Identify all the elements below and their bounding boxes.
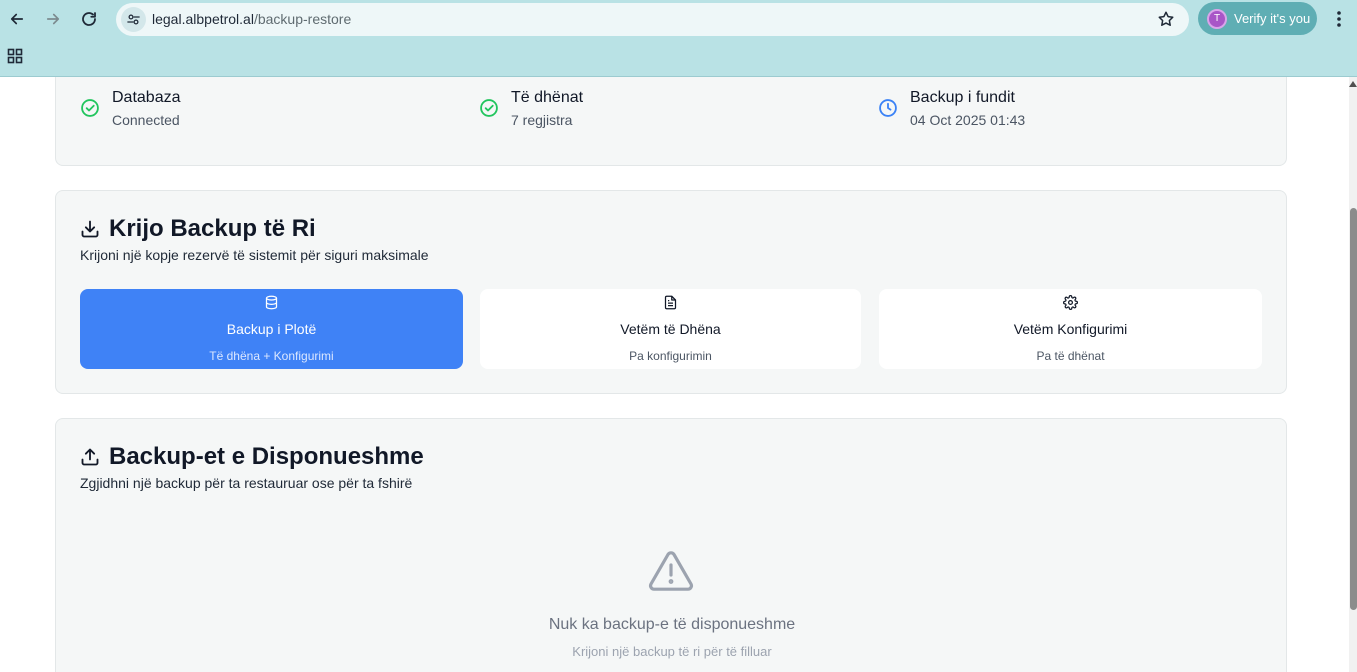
- bookmark-star-icon[interactable]: [1157, 10, 1175, 28]
- profile-label: Verify it's you: [1234, 11, 1311, 26]
- stat-database: Databaza Connected: [80, 88, 181, 129]
- database-icon: [265, 295, 278, 310]
- available-backups-card: Backup-et e Disponueshme Zgjidhni një ba…: [55, 418, 1287, 672]
- more-menu-icon[interactable]: [1330, 9, 1348, 29]
- config-only-option[interactable]: Vetëm Konfigurimi Pa të dhënat: [879, 289, 1262, 369]
- page-content: Databaza Connected Të dhënat 7 regjistra…: [0, 77, 1349, 672]
- empty-state-title: Nuk ka backup-e të disponueshme: [548, 616, 796, 633]
- stat-records: Të dhënat 7 regjistra: [479, 88, 583, 129]
- apps-grid-icon[interactable]: [7, 48, 23, 64]
- page-scrollbar[interactable]: [1349, 77, 1357, 672]
- avatar: T: [1207, 8, 1227, 29]
- data-only-option[interactable]: Vetëm të Dhëna Pa konfigurimin: [480, 289, 861, 369]
- scrollbar-thumb[interactable]: [1350, 208, 1357, 610]
- option-label: Vetëm Konfigurimi: [1013, 321, 1128, 337]
- arrow-left-icon: [10, 13, 24, 25]
- create-title: Krijo Backup të Ri: [109, 215, 316, 242]
- download-icon: [81, 220, 99, 238]
- option-sub: Pa të dhënat: [1036, 349, 1105, 363]
- stat-last-backup: Backup i fundit 04 Oct 2025 01:43: [878, 88, 1025, 129]
- status-card: Databaza Connected Të dhënat 7 regjistra…: [55, 77, 1287, 166]
- reload-button[interactable]: [76, 6, 102, 32]
- profile-verify-button[interactable]: T Verify it's you: [1198, 2, 1317, 35]
- option-label: Backup i Plotë: [226, 321, 317, 337]
- scroll-up-arrow-icon[interactable]: [1349, 81, 1357, 87]
- reload-icon: [82, 12, 96, 26]
- stat-value: 04 Oct 2025 01:43: [910, 112, 1026, 128]
- section-title: Krijo Backup të Ri: [80, 215, 316, 243]
- available-subtitle: Zgjidhni një backup për ta restauruar os…: [80, 475, 413, 491]
- option-sub: Të dhëna + Konfigurimi: [209, 349, 334, 363]
- url-text[interactable]: legal.albpetrol.al/backup-restore: [152, 11, 351, 27]
- clock-icon: [879, 99, 897, 117]
- check-circle-icon: [480, 99, 498, 117]
- upload-icon: [81, 448, 99, 466]
- url-path: /backup-restore: [253, 11, 352, 27]
- back-button[interactable]: [4, 6, 30, 32]
- stat-label: Të dhënat: [511, 89, 584, 106]
- empty-state-subtitle: Krijoni një backup të ri për të filluar: [572, 644, 772, 659]
- warning-triangle-icon: [648, 551, 694, 591]
- create-subtitle: Krijoni një kopje rezervë të sistemit pë…: [80, 247, 429, 263]
- url-host: legal.albpetrol.al: [152, 11, 254, 27]
- option-sub: Pa konfigurimin: [629, 349, 712, 363]
- stat-label: Databaza: [112, 89, 181, 106]
- address-bar[interactable]: legal.albpetrol.al/backup-restore: [116, 3, 1189, 36]
- file-text-icon: [664, 295, 677, 310]
- forward-button[interactable]: [40, 6, 66, 32]
- full-backup-option[interactable]: Backup i Plotë Të dhëna + Konfigurimi: [80, 289, 463, 369]
- browser-toolbar: legal.albpetrol.al/backup-restore T Veri…: [0, 0, 1357, 77]
- option-label: Vetëm të Dhëna: [620, 321, 721, 337]
- gear-icon: [1063, 295, 1078, 310]
- stat-value: Connected: [112, 112, 180, 128]
- check-circle-icon: [81, 99, 99, 117]
- stat-value: 7 regjistra: [511, 112, 573, 128]
- create-backup-card: Krijo Backup të Ri Krijoni një kopje rez…: [55, 190, 1287, 394]
- section-title: Backup-et e Disponueshme: [80, 443, 424, 471]
- site-info-button[interactable]: [121, 7, 146, 32]
- arrow-right-icon: [46, 13, 60, 25]
- tune-icon: [127, 14, 140, 25]
- available-title: Backup-et e Disponueshme: [109, 443, 424, 470]
- stat-label: Backup i fundit: [910, 89, 1015, 106]
